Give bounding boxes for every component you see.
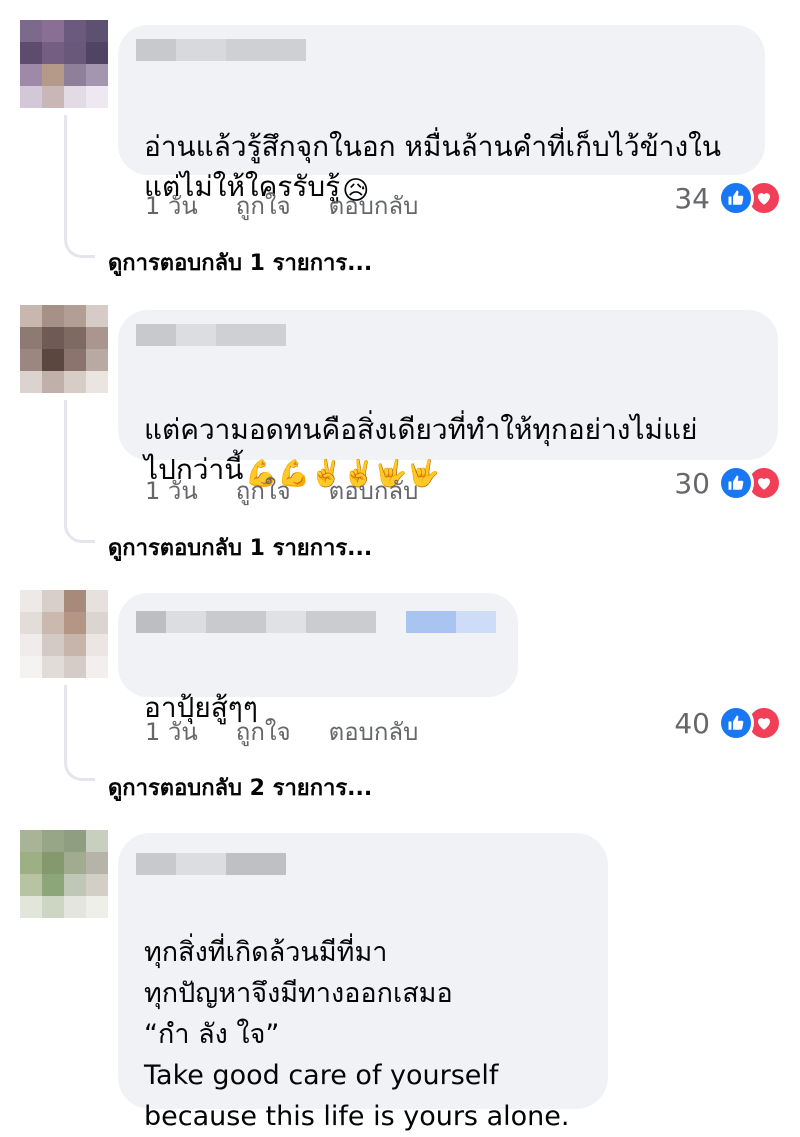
comment-bubble: แต่ความอดทนคือสิ่งเดียวที่ทำให้ทุกอย่างไ… [118, 310, 778, 489]
reaction-count: 34 [674, 181, 710, 215]
comment-actions: 1 วัน ถูกใจ ตอบกลับ [145, 186, 418, 225]
comment-actions: 1 วัน ถูกใจ ตอบกลับ [145, 471, 418, 510]
reaction-summary[interactable]: 40 [674, 705, 782, 741]
comment-bubble: อ่านแล้วรู้สึกจุกในอก หมื่นล้านคำที่เก็บ… [118, 25, 765, 206]
thumbs-up-icon [718, 180, 754, 216]
view-replies-link[interactable]: ดูการตอบกลับ 1 รายการ... [108, 245, 372, 280]
view-replies-link[interactable]: ดูการตอบกลับ 2 รายการ... [108, 770, 372, 805]
reaction-count: 40 [674, 706, 710, 740]
comment-bubble: อาปุ้ยสู้ๆๆ [118, 593, 518, 724]
thread-line [64, 115, 95, 258]
view-replies-link[interactable]: ดูการตอบกลับ 1 รายการ... [108, 530, 372, 565]
avatar[interactable] [20, 20, 108, 108]
comment-bubble: ทุกสิ่งที่เกิดล้วนมีที่มา ทุกปัญหาจึงมีท… [118, 833, 608, 1132]
commenter-name-blurred[interactable] [136, 853, 286, 875]
comment-text: ทุกสิ่งที่เกิดล้วนมีที่มา ทุกปัญหาจึงมีท… [144, 937, 570, 1132]
timestamp[interactable]: 1 วัน [145, 471, 198, 510]
timestamp[interactable]: 1 วัน [145, 186, 198, 225]
avatar[interactable] [20, 305, 108, 393]
commenter-name-blurred[interactable] [136, 611, 496, 633]
like-button[interactable]: ถูกใจ [236, 471, 291, 510]
reaction-count: 30 [674, 466, 710, 500]
like-button[interactable]: ถูกใจ [236, 712, 291, 751]
avatar[interactable] [20, 590, 108, 678]
reply-button[interactable]: ตอบกลับ [329, 712, 419, 751]
reaction-summary[interactable]: 30 [674, 465, 782, 501]
timestamp[interactable]: 1 วัน [145, 712, 198, 751]
reply-button[interactable]: ตอบกลับ [329, 186, 419, 225]
thread-line [64, 685, 95, 781]
comment-actions: 1 วัน ถูกใจ ตอบกลับ [145, 712, 418, 751]
thread-line [64, 400, 95, 543]
thumbs-up-icon [718, 705, 754, 741]
reply-button[interactable]: ตอบกลับ [329, 471, 419, 510]
commenter-name-blurred[interactable] [136, 324, 286, 346]
commenter-name-blurred[interactable] [136, 39, 306, 61]
thumbs-up-icon [718, 465, 754, 501]
reaction-summary[interactable]: 34 [674, 180, 782, 216]
like-button[interactable]: ถูกใจ [236, 186, 291, 225]
avatar[interactable] [20, 830, 108, 918]
